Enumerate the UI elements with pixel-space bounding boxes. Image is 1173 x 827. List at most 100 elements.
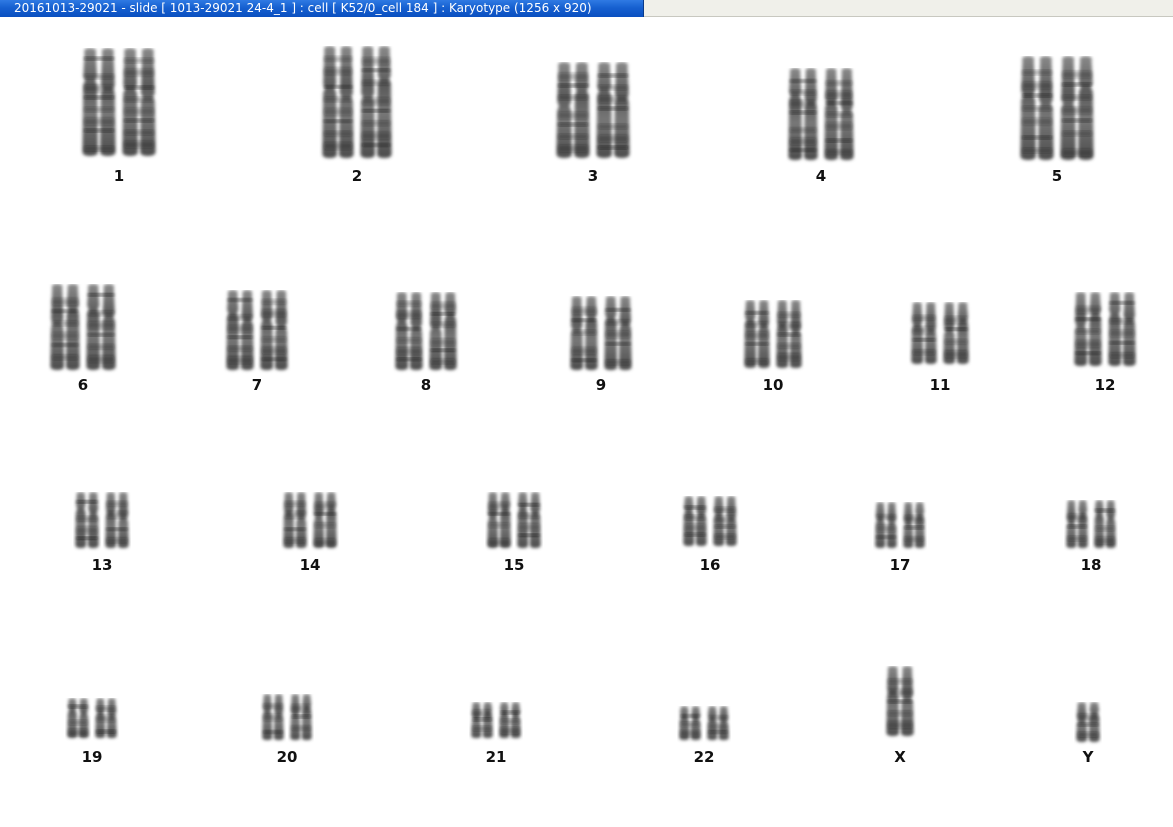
chromosome-pair-22[interactable] <box>675 706 733 746</box>
chromosome-a[interactable] <box>886 666 914 736</box>
chromosome-a[interactable] <box>82 48 116 156</box>
chromosome-pair-18[interactable] <box>1062 500 1120 554</box>
chromosome-pair-6[interactable] <box>46 284 120 376</box>
chromosome-label-y: Y <box>1082 748 1094 766</box>
chromosome-b[interactable] <box>260 290 288 370</box>
chromosome-a[interactable] <box>322 46 354 158</box>
chromosome-pair-9[interactable] <box>566 296 636 376</box>
chromosome-pair-17[interactable] <box>871 502 929 554</box>
chromosome-pair-2[interactable] <box>318 46 396 164</box>
chromosome-image-17 <box>875 502 925 548</box>
chromosome-pair-14[interactable] <box>279 492 341 554</box>
chromosome-b[interactable] <box>429 292 457 370</box>
chromosome-label-1: 1 <box>113 167 125 185</box>
chromosome-a[interactable] <box>395 292 423 370</box>
chromosome-image-15 <box>487 492 541 548</box>
chromosome-b[interactable] <box>1060 56 1094 160</box>
chromosome-label-15: 15 <box>503 556 525 574</box>
chromosome-a[interactable] <box>1020 56 1054 160</box>
chromosome-a[interactable] <box>1076 702 1100 742</box>
chromosome-a[interactable] <box>262 694 284 740</box>
chromosome-a[interactable] <box>1066 500 1088 548</box>
chromosome-b[interactable] <box>86 284 116 370</box>
chromosome-b[interactable] <box>776 300 802 368</box>
chromosome-label-5: 5 <box>1051 167 1063 185</box>
chromosome-label-14: 14 <box>299 556 321 574</box>
chromosome-a[interactable] <box>226 290 254 370</box>
chromosome-b[interactable] <box>596 62 630 158</box>
chromosome-pair-4[interactable] <box>784 68 858 166</box>
chromosome-image-21 <box>471 702 521 738</box>
karyogram-canvas[interactable]: 1 2 3 4 5 6 7 8 9 10 11 12 13 14 15 16 17 18 19 20 21 22 X Y <box>0 18 1173 827</box>
chromosome-b[interactable] <box>95 698 117 738</box>
chromosome-a[interactable] <box>1074 292 1102 366</box>
chromosome-label-19: 19 <box>81 748 103 766</box>
chromosome-image-20 <box>262 694 312 740</box>
chromosome-image-2 <box>322 46 392 158</box>
chromosome-image-8 <box>395 292 457 370</box>
chromosome-pair-12[interactable] <box>1070 292 1140 372</box>
chromosome-b[interactable] <box>1108 292 1136 366</box>
chromosome-pair-21[interactable] <box>467 702 525 744</box>
chromosome-pair-15[interactable] <box>483 492 545 554</box>
chromosome-label-2: 2 <box>351 167 363 185</box>
chromosome-pair-1[interactable] <box>78 48 160 162</box>
chromosome-label-6: 6 <box>77 376 89 394</box>
chromosome-b[interactable] <box>499 702 521 738</box>
chromosome-b[interactable] <box>517 492 541 548</box>
chromosome-b[interactable] <box>360 46 392 158</box>
window-title-bar[interactable]: 20161013-29021 - slide [ 1013-29021 24-4… <box>0 0 644 17</box>
chromosome-a[interactable] <box>683 496 707 546</box>
chromosome-a[interactable] <box>744 300 770 368</box>
chromosome-pair-19[interactable] <box>63 698 121 744</box>
chromosome-a[interactable] <box>471 702 493 738</box>
chromosome-image-12 <box>1074 292 1136 366</box>
chromosome-label-4: 4 <box>815 167 827 185</box>
chromosome-pair-x[interactable] <box>882 666 918 742</box>
chromosome-image-6 <box>50 284 116 370</box>
chromosome-pair-8[interactable] <box>391 292 461 376</box>
chromosome-b[interactable] <box>707 706 729 740</box>
chromosome-a[interactable] <box>283 492 307 548</box>
chromosome-pair-10[interactable] <box>740 300 806 374</box>
chromosome-a[interactable] <box>75 492 99 548</box>
chromosome-b[interactable] <box>713 496 737 546</box>
chromosome-b[interactable] <box>604 296 632 370</box>
chromosome-a[interactable] <box>911 302 937 364</box>
chromosome-b[interactable] <box>1094 500 1116 548</box>
chromosome-a[interactable] <box>679 706 701 740</box>
chromosome-image-11 <box>911 302 969 364</box>
chromosome-pair-20[interactable] <box>258 694 316 746</box>
window-title: 20161013-29021 - slide [ 1013-29021 24-4… <box>14 1 592 15</box>
chromosome-image-9 <box>570 296 632 370</box>
chromosome-pair-5[interactable] <box>1016 56 1098 166</box>
chromosome-b[interactable] <box>290 694 312 740</box>
chromosome-a[interactable] <box>570 296 598 370</box>
chromosome-b[interactable] <box>313 492 337 548</box>
chromosome-image-22 <box>679 706 729 740</box>
chromosome-label-17: 17 <box>889 556 911 574</box>
chromosome-a[interactable] <box>50 284 80 370</box>
chromosome-a[interactable] <box>788 68 818 160</box>
chromosome-a[interactable] <box>556 62 590 158</box>
chromosome-b[interactable] <box>824 68 854 160</box>
chromosome-pair-16[interactable] <box>679 496 741 552</box>
chromosome-image-18 <box>1066 500 1116 548</box>
chromosome-b[interactable] <box>943 302 969 364</box>
chromosome-b[interactable] <box>903 502 925 548</box>
chromosome-label-10: 10 <box>762 376 784 394</box>
chromosome-label-13: 13 <box>91 556 113 574</box>
chromosome-a[interactable] <box>487 492 511 548</box>
chromosome-pair-11[interactable] <box>907 302 973 370</box>
chromosome-a[interactable] <box>875 502 897 548</box>
chromosome-b[interactable] <box>122 48 156 156</box>
chromosome-label-11: 11 <box>929 376 951 394</box>
chromosome-image-19 <box>67 698 117 738</box>
chromosome-image-16 <box>683 496 737 546</box>
chromosome-a[interactable] <box>67 698 89 738</box>
chromosome-pair-13[interactable] <box>71 492 133 554</box>
chromosome-pair-3[interactable] <box>552 62 634 164</box>
chromosome-pair-y[interactable] <box>1072 702 1104 748</box>
chromosome-b[interactable] <box>105 492 129 548</box>
chromosome-pair-7[interactable] <box>222 290 292 376</box>
